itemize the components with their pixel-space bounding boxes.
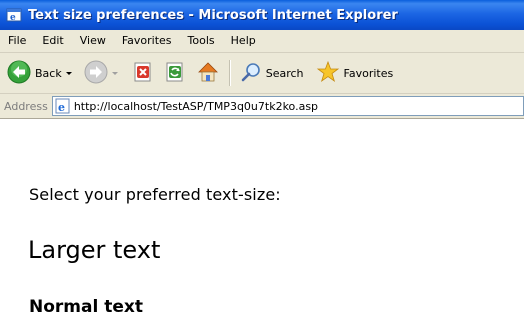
menu-file[interactable]: File xyxy=(0,31,34,51)
title-bar[interactable]: e Text size preferences - Microsoft Inte… xyxy=(0,0,524,30)
search-button[interactable]: Search xyxy=(237,58,307,88)
menu-edit[interactable]: Edit xyxy=(34,31,71,51)
normal-text-option[interactable]: Normal text xyxy=(29,297,143,317)
address-url: http://localhost/TestASP/TMP3q0u7tk2ko.a… xyxy=(73,99,319,113)
address-label: Address xyxy=(4,99,48,113)
menu-view[interactable]: View xyxy=(72,31,114,51)
home-icon xyxy=(196,60,220,87)
menu-bar: File Edit View Favorites Tools Help xyxy=(0,30,524,53)
address-bar: Address e http://localhost/TestASP/TMP3q… xyxy=(0,94,524,119)
window-title: Text size preferences - Microsoft Intern… xyxy=(28,7,398,23)
standard-toolbar: Back Search Favorites xyxy=(0,53,524,94)
back-button[interactable]: Back xyxy=(4,58,75,88)
larger-text-option[interactable]: Larger text xyxy=(28,236,160,264)
favorites-button[interactable]: Favorites xyxy=(313,58,397,88)
favorites-star-icon xyxy=(316,60,340,87)
page-content: Select your preferred text-size: Larger … xyxy=(0,119,524,330)
back-dropdown-icon[interactable] xyxy=(65,71,72,75)
search-label: Search xyxy=(265,66,304,80)
browser-window: e Text size preferences - Microsoft Inte… xyxy=(0,0,524,330)
back-arrow-icon xyxy=(7,60,31,87)
forward-arrow-icon xyxy=(84,60,108,87)
address-input[interactable]: e http://localhost/TestASP/TMP3q0u7tk2ko… xyxy=(51,96,524,116)
favorites-label: Favorites xyxy=(343,66,394,80)
refresh-icon xyxy=(164,61,186,86)
svg-text:e: e xyxy=(58,101,65,114)
refresh-button[interactable] xyxy=(161,58,189,88)
back-label: Back xyxy=(35,66,62,80)
menu-favorites[interactable]: Favorites xyxy=(114,31,180,51)
home-button[interactable] xyxy=(193,58,223,88)
search-icon xyxy=(240,61,262,86)
toolbar-separator xyxy=(228,60,231,86)
stop-icon xyxy=(132,61,154,86)
stop-button[interactable] xyxy=(129,58,157,88)
ie-window-icon: e xyxy=(6,7,22,23)
svg-text:e: e xyxy=(10,13,16,23)
forward-dropdown-icon[interactable] xyxy=(111,71,118,75)
forward-button[interactable] xyxy=(81,58,121,88)
menu-tools[interactable]: Tools xyxy=(180,31,223,51)
menu-help[interactable]: Help xyxy=(223,31,264,51)
ie-page-icon: e xyxy=(55,98,71,114)
text-size-prompt: Select your preferred text-size: xyxy=(29,185,281,204)
